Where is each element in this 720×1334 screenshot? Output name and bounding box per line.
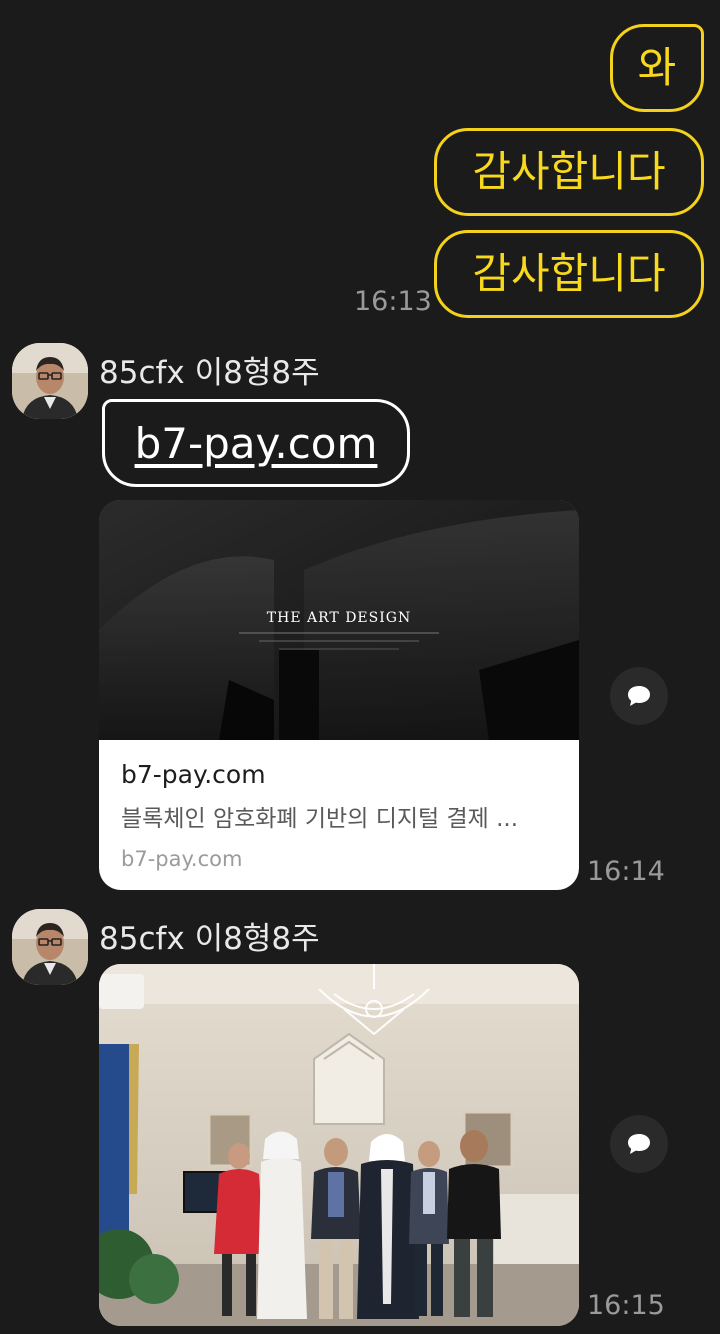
outgoing-message-bubble[interactable]: 와 (610, 24, 704, 112)
message-text: 감사합니다 (472, 249, 666, 298)
message-text: 감사합니다 (472, 147, 666, 196)
preview-image-caption: THE ART DESIGN (267, 610, 411, 626)
share-speech-icon (628, 1134, 650, 1154)
message-timestamp: 16:15 (587, 1290, 665, 1321)
message-timestamp: 16:14 (587, 856, 665, 887)
photo-message[interactable] (99, 964, 579, 1326)
link-preview-text: b7-pay.com 블록체인 암호화폐 기반의 디지털 결제 ... b7-p… (99, 740, 579, 871)
message-link[interactable]: b7-pay.com (135, 419, 378, 468)
outgoing-message-bubble[interactable]: 감사합니다 (434, 230, 704, 318)
link-preview-card[interactable]: THE ART DESIGN b7-pay.com 블록체인 암호화폐 기반의 … (99, 500, 579, 890)
message-timestamp: 16:13 (354, 286, 432, 317)
message-text: 와 (637, 43, 677, 92)
avatar-photo-icon (12, 909, 88, 985)
share-button[interactable] (610, 667, 668, 725)
preview-title: b7-pay.com (121, 760, 266, 789)
chat-screen: 와 감사합니다 감사합니다 16:13 85cfx 이8형8주 b7-pay.c… (0, 0, 720, 1334)
share-button[interactable] (610, 1115, 668, 1173)
sender-name: 85cfx 이8형8주 (99, 921, 320, 957)
avatar-photo-icon (12, 343, 88, 419)
outgoing-message-bubble[interactable]: 감사합니다 (434, 128, 704, 216)
share-speech-icon (628, 686, 650, 706)
preview-description: 블록체인 암호화폐 기반의 디지털 결제 ... (121, 806, 519, 832)
group-photo-image (99, 964, 579, 1326)
sender-name: 85cfx 이8형8주 (99, 355, 320, 391)
incoming-message-bubble[interactable]: b7-pay.com (102, 399, 410, 487)
preview-domain: b7-pay.com (121, 847, 243, 871)
sender-avatar[interactable] (12, 343, 88, 419)
sender-avatar[interactable] (12, 909, 88, 985)
link-preview-image: THE ART DESIGN (99, 500, 579, 740)
